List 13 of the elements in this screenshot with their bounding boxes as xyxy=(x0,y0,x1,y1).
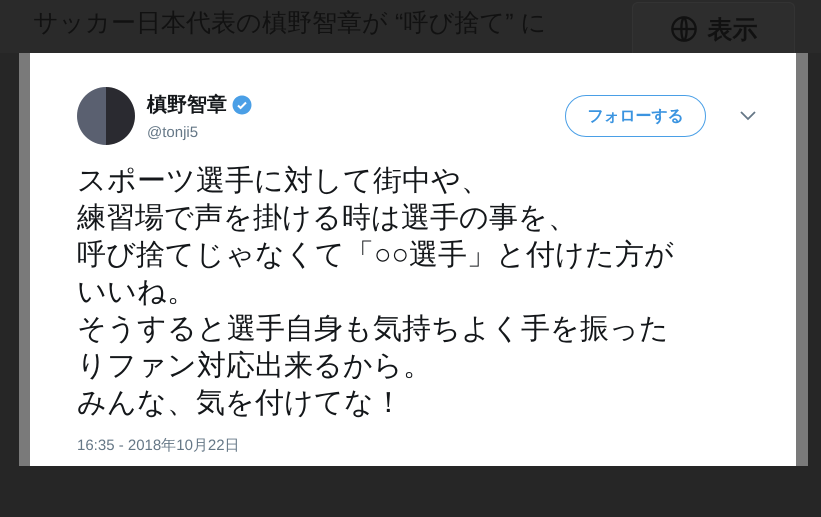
tweet-text-line: 呼び捨てじゃなくて「○○選手」と付けた方が xyxy=(77,238,674,273)
user-name: 槙野智章 xyxy=(147,92,227,118)
tweet-text-line: りファン対応出来るから。 xyxy=(77,349,432,384)
follow-button[interactable]: フォローする xyxy=(565,95,706,137)
globe-icon xyxy=(670,15,698,43)
user-handle: @tonji5 xyxy=(147,124,200,141)
tweet-text-line: いいね。 xyxy=(77,275,196,310)
tweet-timestamp[interactable]: 16:35 - 2018年10月22日 xyxy=(77,436,756,455)
tweet-text-line: 練習場で声を掛ける時は選手の事を、 xyxy=(77,201,577,236)
tweet-text-line: スポーツ選手に対して街中や、 xyxy=(77,164,490,199)
tweet-text-line: そうすると選手自身も気持ちよく手を振った xyxy=(77,312,669,347)
chevron-down-icon[interactable] xyxy=(740,111,756,121)
tweet-text-line: みんな、気を付けてな！ xyxy=(77,386,403,421)
